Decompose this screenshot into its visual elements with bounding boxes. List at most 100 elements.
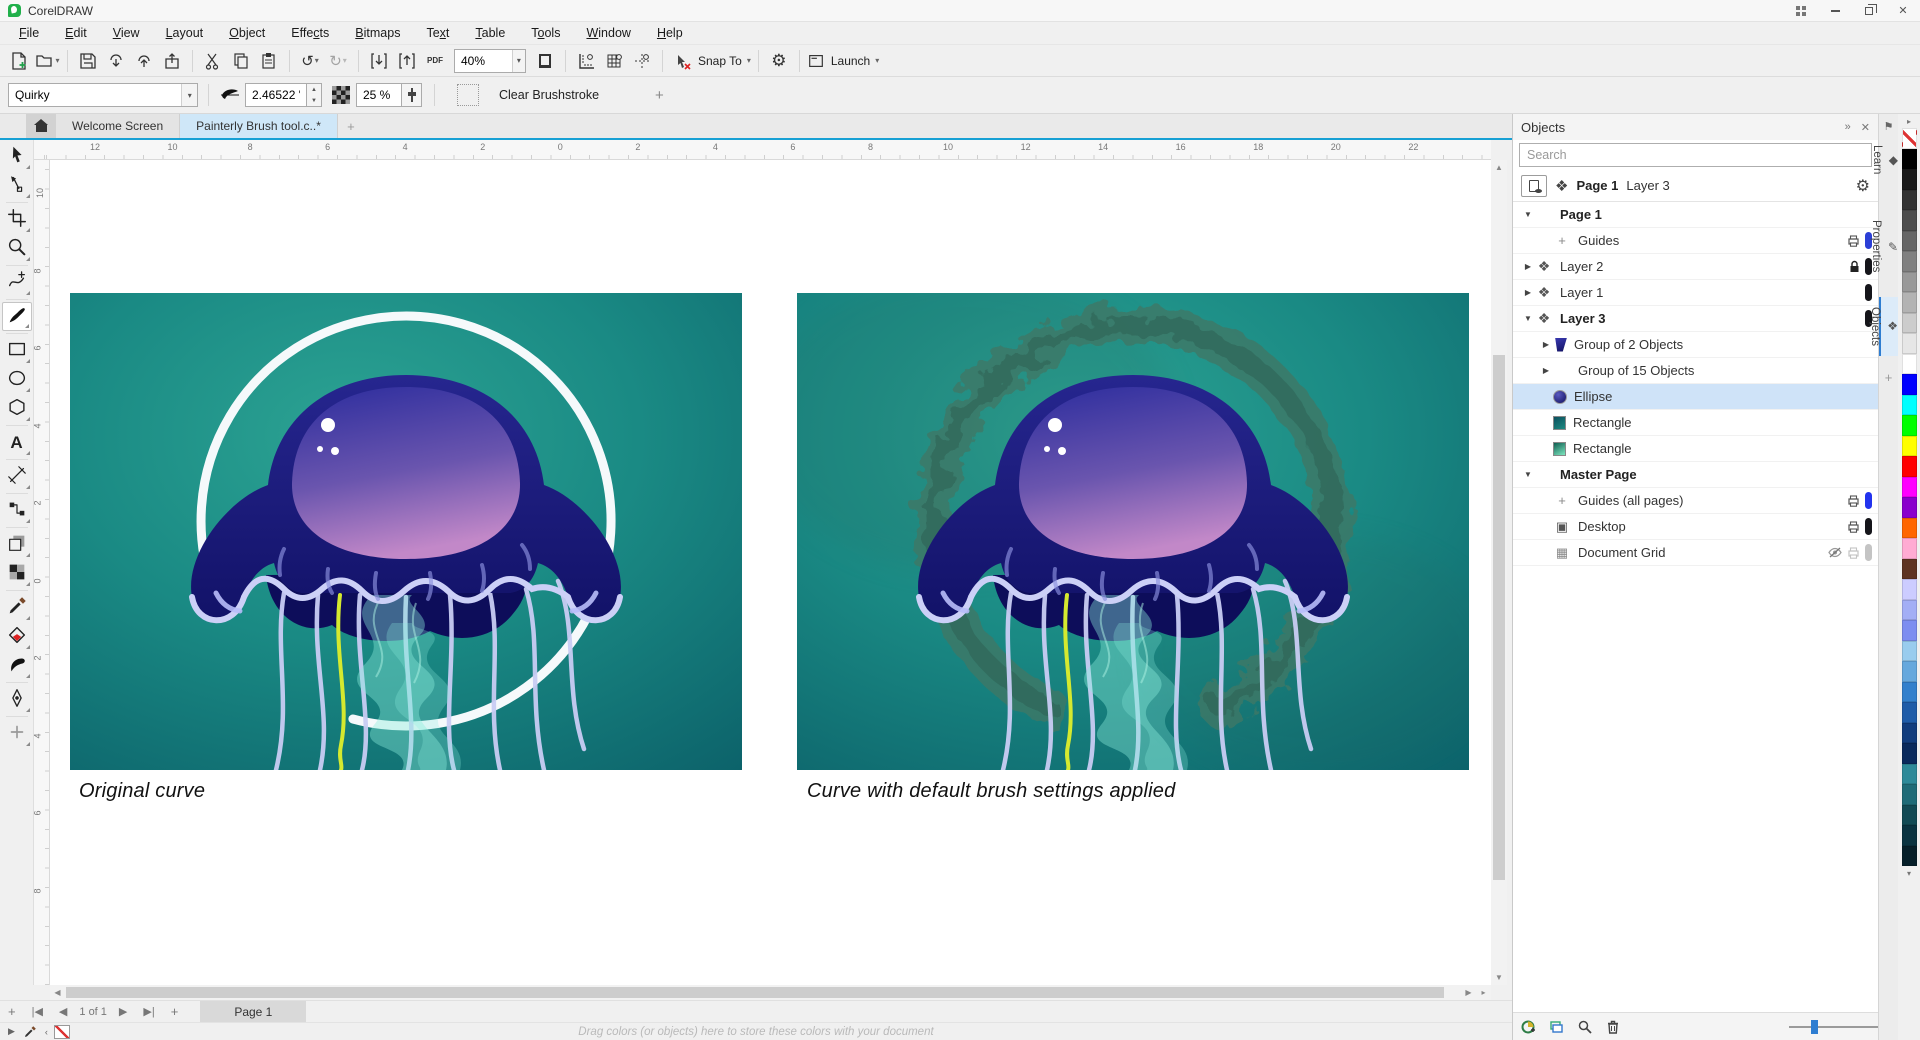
- brushstroke-options-button[interactable]: [457, 84, 479, 106]
- color-swatch[interactable]: [1902, 354, 1917, 375]
- color-swatch[interactable]: [1902, 784, 1917, 805]
- color-swatch[interactable]: [1902, 169, 1917, 190]
- transparency-field[interactable]: [356, 83, 402, 107]
- menu-table[interactable]: Table: [462, 24, 518, 42]
- close-button[interactable]: ✕: [1886, 0, 1920, 21]
- expander-icon[interactable]: ▼: [1521, 314, 1535, 323]
- color-swatch[interactable]: [1902, 456, 1917, 477]
- menu-object[interactable]: Object: [216, 24, 278, 42]
- color-swatch[interactable]: [1902, 682, 1917, 703]
- clear-brushstroke-button[interactable]: Clear Brushstroke: [489, 84, 609, 106]
- artwork-original-curve[interactable]: [70, 293, 742, 770]
- printer-icon[interactable]: [1847, 547, 1860, 559]
- color-swatch[interactable]: [1902, 292, 1917, 313]
- expander-icon[interactable]: ▶: [1539, 340, 1553, 349]
- maximize-button[interactable]: [1852, 0, 1886, 21]
- text-tool[interactable]: A: [2, 428, 32, 457]
- export-button[interactable]: [394, 48, 420, 74]
- color-swatch[interactable]: [1902, 477, 1917, 498]
- copy-button[interactable]: [228, 48, 254, 74]
- tab-painterly-brush[interactable]: Painterly Brush tool.c..*: [180, 114, 338, 138]
- color-swatch[interactable]: [1902, 272, 1917, 293]
- show-guidelines-button[interactable]: [629, 48, 655, 74]
- scroll-down-button[interactable]: ▼: [1491, 970, 1507, 985]
- printer-icon[interactable]: [1847, 521, 1860, 533]
- redo-button[interactable]: ↻▾: [325, 48, 351, 74]
- import-button[interactable]: [366, 48, 392, 74]
- zoom-dropdown-button[interactable]: ▾: [512, 50, 525, 72]
- menu-edit[interactable]: Edit: [52, 24, 100, 42]
- brushstroke-list-combo[interactable]: ▾: [8, 83, 198, 107]
- menu-text[interactable]: Text: [413, 24, 462, 42]
- tree-rectangle-2[interactable]: Rectangle: [1513, 436, 1878, 462]
- paste-button[interactable]: [256, 48, 282, 74]
- menu-view[interactable]: View: [100, 24, 153, 42]
- color-swatch[interactable]: [1902, 559, 1917, 580]
- publish-to-pdf-button[interactable]: PDF: [422, 48, 448, 74]
- tree-layer-2[interactable]: ▶ Layer 2: [1513, 254, 1878, 280]
- save-button[interactable]: [75, 48, 101, 74]
- menu-file[interactable]: File: [6, 24, 52, 42]
- new-document-button[interactable]: [6, 48, 32, 74]
- layer-color-indicator[interactable]: [1865, 284, 1872, 301]
- vertical-scroll-thumb[interactable]: [1493, 355, 1505, 880]
- vertical-ruler[interactable]: 10864202468: [34, 160, 50, 985]
- ellipse-tool[interactable]: [2, 365, 32, 394]
- color-swatch[interactable]: [1902, 805, 1917, 826]
- horizontal-scrollbar[interactable]: ◀ ▶ ▸: [50, 985, 1491, 1000]
- add-page-button[interactable]: +: [0, 1004, 24, 1019]
- tree-page-1[interactable]: ▼ Page 1: [1513, 202, 1878, 228]
- color-swatch[interactable]: [1902, 723, 1917, 744]
- nib-size-input[interactable]: [246, 88, 306, 102]
- outline-pen-tool[interactable]: [2, 685, 32, 714]
- layer-color-indicator[interactable]: [1865, 518, 1872, 535]
- show-grid-button[interactable]: [601, 48, 627, 74]
- tree-desktop[interactable]: Desktop: [1513, 514, 1878, 540]
- add-docker-button[interactable]: +: [1885, 370, 1893, 385]
- color-swatch[interactable]: [1902, 764, 1917, 785]
- tree-group-2[interactable]: ▶ Group of 2 Objects: [1513, 332, 1878, 358]
- nib-size-field[interactable]: [245, 83, 307, 107]
- options-button[interactable]: ⚙: [766, 48, 792, 74]
- last-page-button[interactable]: ▶|: [135, 1005, 162, 1018]
- step-down-icon[interactable]: ▼: [307, 95, 321, 106]
- color-swatch[interactable]: [1902, 825, 1917, 846]
- tree-layer-1[interactable]: ▶ Layer 1: [1513, 280, 1878, 306]
- color-swatch[interactable]: [1902, 395, 1917, 416]
- snap-to-button[interactable]: Snap To▾: [698, 48, 751, 74]
- scroll-right-button[interactable]: ▶: [1461, 985, 1476, 1000]
- color-swatch[interactable]: [1902, 374, 1917, 395]
- tab-properties[interactable]: ✎ Properties: [1879, 210, 1898, 282]
- paint-tool[interactable]: [2, 302, 32, 331]
- menu-layout[interactable]: Layout: [153, 24, 217, 42]
- caption-original-curve[interactable]: Original curve: [79, 780, 205, 803]
- workspace-button[interactable]: [1784, 0, 1818, 21]
- tree-ellipse[interactable]: Ellipse: [1513, 384, 1878, 410]
- color-swatch[interactable]: [1902, 251, 1917, 272]
- vertical-scrollbar[interactable]: ▲ ▼: [1491, 160, 1507, 985]
- color-swatch[interactable]: [1902, 641, 1917, 662]
- menu-bitmaps[interactable]: Bitmaps: [342, 24, 413, 42]
- horizontal-ruler[interactable]: 121086420246810121416182022: [34, 140, 1491, 160]
- color-swatch[interactable]: [1902, 436, 1917, 457]
- menu-help[interactable]: Help: [644, 24, 696, 42]
- color-eyedropper-tool[interactable]: [2, 593, 32, 622]
- menu-tools[interactable]: Tools: [518, 24, 573, 42]
- pick-tool[interactable]: [2, 142, 32, 171]
- color-swatch[interactable]: [1902, 190, 1917, 211]
- scroll-end-button[interactable]: ▸: [1476, 985, 1491, 1000]
- caption-brushed-curve[interactable]: Curve with default brush settings applie…: [807, 780, 1175, 803]
- expander-icon[interactable]: ▶: [1521, 288, 1535, 297]
- lock-icon[interactable]: [1849, 260, 1860, 273]
- brush-style-dropdown-button[interactable]: ▾: [181, 84, 197, 106]
- full-screen-preview-button[interactable]: [532, 48, 558, 74]
- tab-learn[interactable]: ◆ Learn: [1879, 135, 1898, 184]
- transparency-tool[interactable]: [2, 559, 32, 588]
- color-swatch[interactable]: [1902, 518, 1917, 539]
- drop-shadow-tool[interactable]: [2, 530, 32, 559]
- printer-icon[interactable]: [1847, 495, 1860, 507]
- tree-guides[interactable]: Guides: [1513, 228, 1878, 254]
- docker-close-button[interactable]: ✕: [1861, 121, 1870, 134]
- visibility-off-icon[interactable]: [1828, 546, 1842, 559]
- smear-tool[interactable]: [2, 651, 32, 680]
